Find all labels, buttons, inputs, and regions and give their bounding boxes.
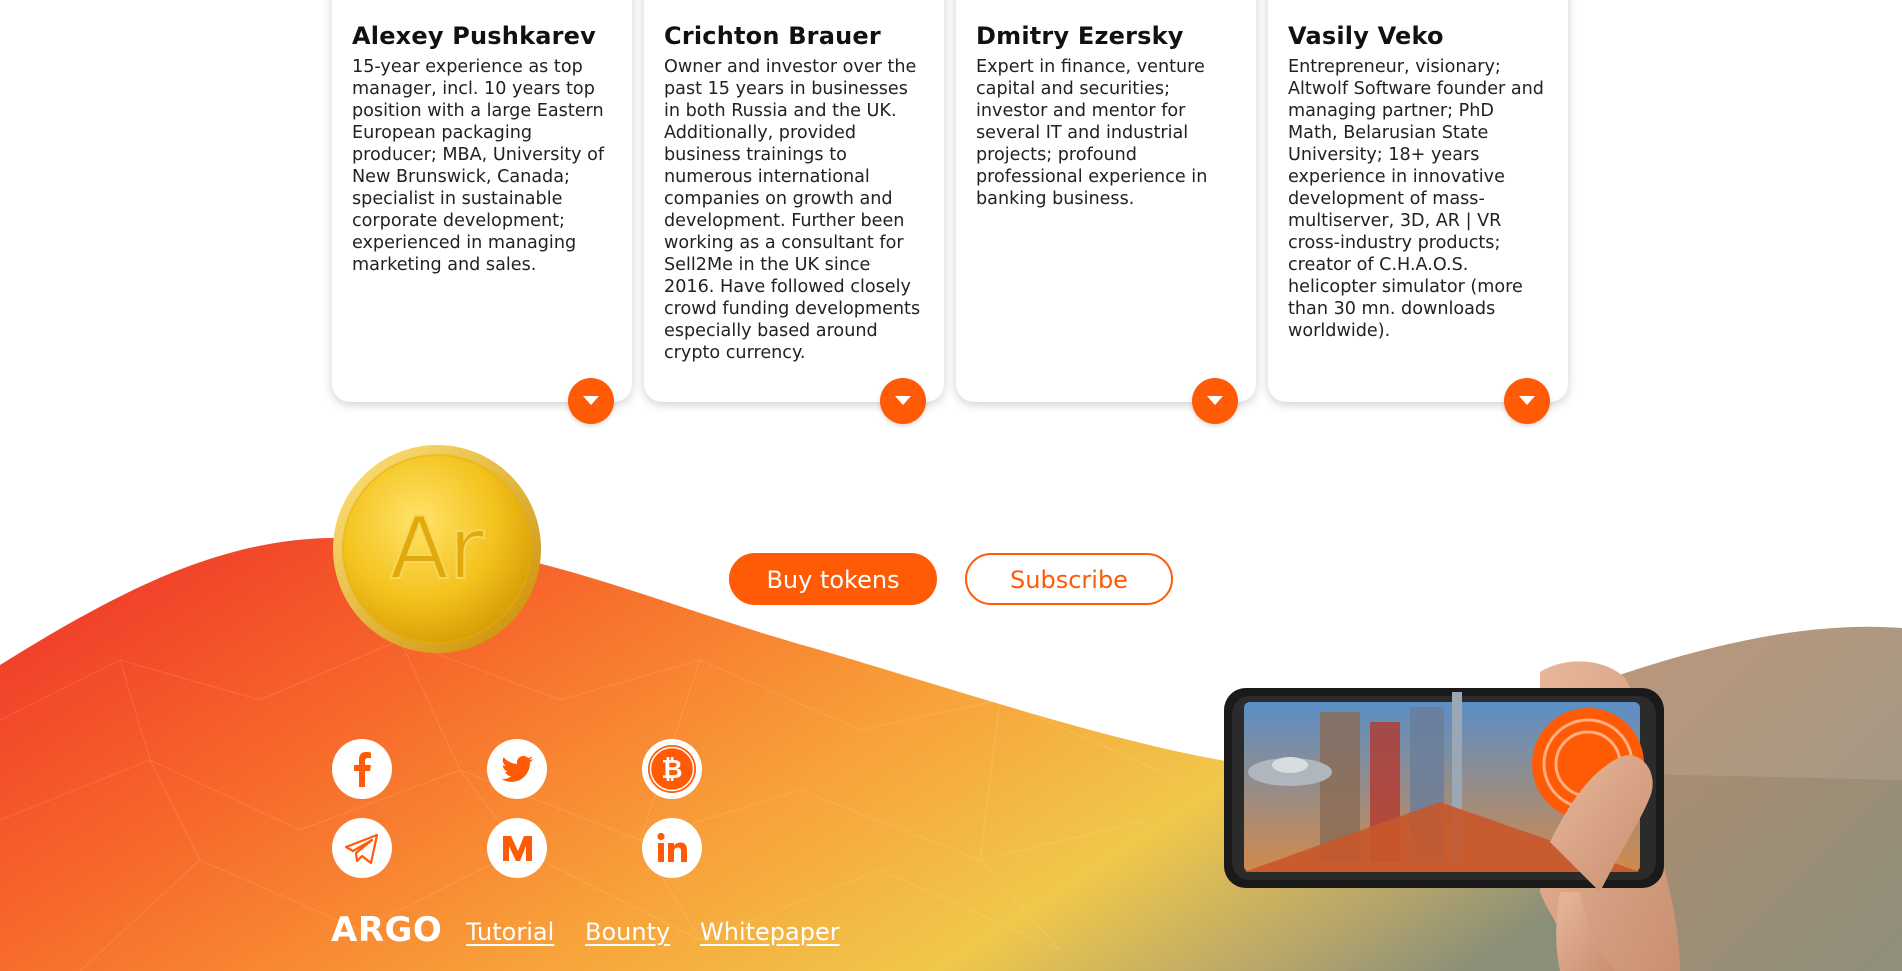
telegram-link[interactable]: [332, 818, 392, 878]
linkedin-link[interactable]: [642, 818, 702, 878]
medium-link[interactable]: [487, 818, 547, 878]
facebook-link[interactable]: [332, 739, 392, 799]
team-card: Dmitry Ezersky Expert in finance, ventur…: [956, 0, 1256, 424]
buy-tokens-button[interactable]: Buy tokens: [729, 553, 937, 605]
footer-link-tutorial[interactable]: Tutorial: [466, 918, 554, 946]
footer-link-whitepaper[interactable]: Whitepaper: [700, 918, 840, 946]
expand-button[interactable]: [1192, 378, 1238, 424]
facebook-icon: [354, 752, 371, 787]
phone-in-hand-illustration: [1224, 661, 1680, 971]
team-card: Crichton Brauer Owner and investor over …: [644, 0, 944, 424]
svg-text:₿: ₿: [661, 755, 682, 785]
team-member-bio: Owner and investor over the past 15 year…: [664, 57, 921, 363]
team-member-name: Alexey Pushkarev: [352, 22, 596, 50]
team-member-name: Dmitry Ezersky: [976, 22, 1184, 50]
linkedin-icon: [657, 832, 687, 862]
caret-down-icon: [895, 396, 911, 405]
footer-link-bounty[interactable]: Bounty: [585, 918, 670, 946]
team-member-bio: Entrepreneur, visionary; Altwolf Softwar…: [1288, 57, 1544, 341]
coin-logo-text: Ar: [390, 499, 485, 599]
team-member-bio: Expert in finance, venture capital and s…: [976, 57, 1208, 209]
team-cards: Alexey Pushkarev 15-year experience as t…: [332, 0, 1572, 424]
caret-down-icon: [1207, 396, 1223, 405]
twitter-icon: [501, 756, 533, 782]
expand-button[interactable]: [1504, 378, 1550, 424]
argo-coin-logo: Ar: [333, 445, 541, 653]
medium-icon: [503, 836, 532, 861]
caret-down-icon: [1519, 396, 1535, 405]
team-member-name: Vasily Veko: [1288, 22, 1444, 50]
footer-brand-logo[interactable]: ARGO: [331, 910, 442, 950]
bitcoin-icon: ₿: [648, 745, 696, 793]
team-card: Alexey Pushkarev 15-year experience as t…: [332, 0, 632, 424]
telegram-icon: [344, 833, 379, 865]
expand-button[interactable]: [880, 378, 926, 424]
team-member-bio: 15-year experience as top manager, incl.…: [352, 57, 605, 275]
subscribe-button[interactable]: Subscribe: [965, 553, 1173, 605]
team-card: Vasily Veko Entrepreneur, visionary; Alt…: [1268, 0, 1568, 424]
caret-down-icon: [583, 396, 599, 405]
twitter-link[interactable]: [487, 739, 547, 799]
expand-button[interactable]: [568, 378, 614, 424]
bitcoin-link[interactable]: ₿: [642, 739, 702, 799]
team-member-name: Crichton Brauer: [664, 22, 881, 50]
